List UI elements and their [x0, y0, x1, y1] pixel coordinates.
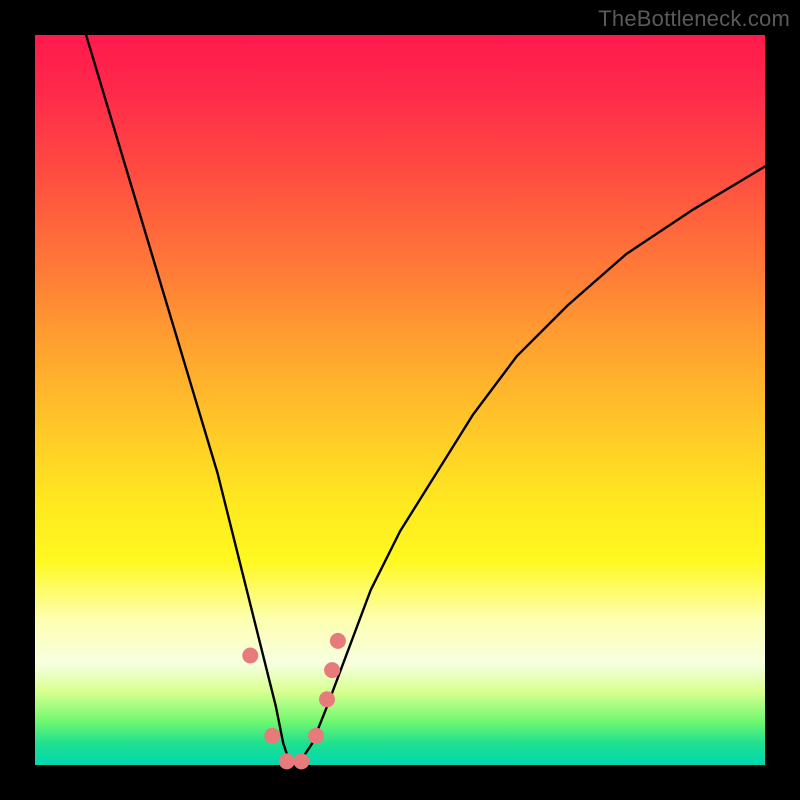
marker-points — [242, 633, 346, 770]
bottleneck-curve — [86, 35, 765, 765]
marker-dot — [330, 633, 346, 649]
plot-area — [35, 35, 765, 765]
marker-dot — [264, 728, 280, 744]
marker-dot — [293, 753, 309, 769]
chart-svg — [35, 35, 765, 765]
chart-frame: TheBottleneck.com — [0, 0, 800, 800]
marker-dot — [308, 728, 324, 744]
marker-dot — [242, 648, 258, 664]
marker-dot — [324, 662, 340, 678]
watermark-text: TheBottleneck.com — [598, 6, 790, 32]
marker-dot — [279, 753, 295, 769]
marker-dot — [319, 691, 335, 707]
